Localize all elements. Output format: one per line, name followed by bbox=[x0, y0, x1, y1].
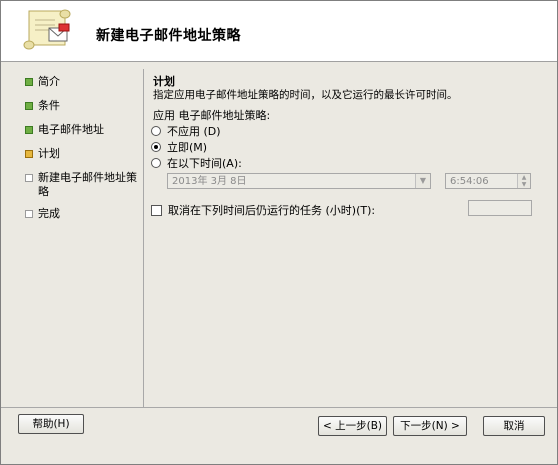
radio-label: 立即(M) bbox=[167, 141, 208, 154]
help-button[interactable]: 帮助(H) bbox=[18, 414, 84, 434]
next-button[interactable]: 下一步(N) > bbox=[393, 416, 467, 436]
step-complete-icon bbox=[25, 126, 33, 134]
step-current-icon bbox=[25, 150, 33, 158]
time-value: 6:54:06 bbox=[450, 176, 489, 187]
checkbox-icon[interactable] bbox=[151, 204, 162, 216]
spin-arrows-icon[interactable]: ▲ ▼ bbox=[517, 174, 530, 188]
step-label: 简介 bbox=[38, 75, 60, 88]
cancel-after-hours-checkbox[interactable]: 取消在下列时间后仍运行的任务 (小时)(T): bbox=[151, 202, 375, 218]
radio-button-icon[interactable] bbox=[151, 158, 161, 168]
radio-button-icon[interactable] bbox=[151, 126, 161, 136]
step-label: 新建电子邮件地址策 略 bbox=[38, 171, 137, 198]
radio-label: 在以下时间(A): bbox=[167, 157, 242, 170]
wizard-header: 新建电子邮件地址策略 bbox=[1, 1, 557, 62]
hours-input[interactable] bbox=[468, 200, 532, 216]
step-label: 完成 bbox=[38, 207, 60, 220]
step-conditions: 条件 bbox=[25, 99, 60, 113]
chevron-down-icon[interactable]: ▼ bbox=[415, 174, 430, 188]
step-label: 电子邮件地址 bbox=[38, 123, 104, 136]
time-picker[interactable]: 6:54:06 ▲ ▼ bbox=[445, 173, 531, 189]
wizard-title: 新建电子邮件地址策略 bbox=[96, 28, 241, 44]
date-picker[interactable]: 2013年 3月 8日 ▼ bbox=[167, 173, 431, 189]
back-button[interactable]: < 上一步(B) bbox=[318, 416, 387, 436]
step-intro: 简介 bbox=[25, 75, 60, 89]
checkbox-label: 取消在下列时间后仍运行的任务 (小时)(T): bbox=[168, 204, 376, 217]
footer-divider bbox=[1, 407, 557, 408]
section-description: 指定应用电子邮件地址策略的时间，以及它运行的最长许可时间。 bbox=[153, 89, 458, 101]
wizard-steps-sidebar: 简介 条件 电子邮件地址 计划 新建电子邮件地址策 略 完成 bbox=[1, 62, 143, 407]
cancel-button[interactable]: 取消 bbox=[483, 416, 545, 436]
wizard-window: 新建电子邮件地址策略 简介 条件 电子邮件地址 计划 新建电子邮件地址策 略 完… bbox=[0, 0, 558, 465]
step-finish: 完成 bbox=[25, 207, 60, 221]
step-label: 条件 bbox=[38, 99, 60, 112]
step-label: 计划 bbox=[38, 147, 60, 160]
radio-immediately[interactable]: 立即(M) bbox=[151, 139, 207, 155]
radio-do-not-apply[interactable]: 不应用 (D) bbox=[151, 123, 221, 139]
step-complete-icon bbox=[25, 78, 33, 86]
radio-button-selected-icon[interactable] bbox=[151, 142, 161, 152]
step-complete-icon bbox=[25, 102, 33, 110]
email-policy-scroll-icon bbox=[23, 9, 71, 50]
date-value: 2013年 3月 8日 bbox=[172, 176, 247, 187]
step-schedule: 计划 bbox=[25, 147, 60, 161]
sidebar-divider bbox=[143, 69, 144, 408]
step-email-addresses: 电子邮件地址 bbox=[25, 123, 104, 137]
step-pending-icon bbox=[25, 174, 33, 182]
radio-label: 不应用 (D) bbox=[167, 125, 221, 138]
radio-at-time[interactable]: 在以下时间(A): bbox=[151, 155, 242, 171]
schedule-panel: 计划 指定应用电子邮件地址策略的时间，以及它运行的最长许可时间。 应用 电子邮件… bbox=[149, 69, 549, 407]
step-pending-icon bbox=[25, 210, 33, 218]
apply-policy-label: 应用 电子邮件地址策略: bbox=[153, 109, 271, 122]
step-new-policy: 新建电子邮件地址策 略 bbox=[25, 171, 137, 199]
